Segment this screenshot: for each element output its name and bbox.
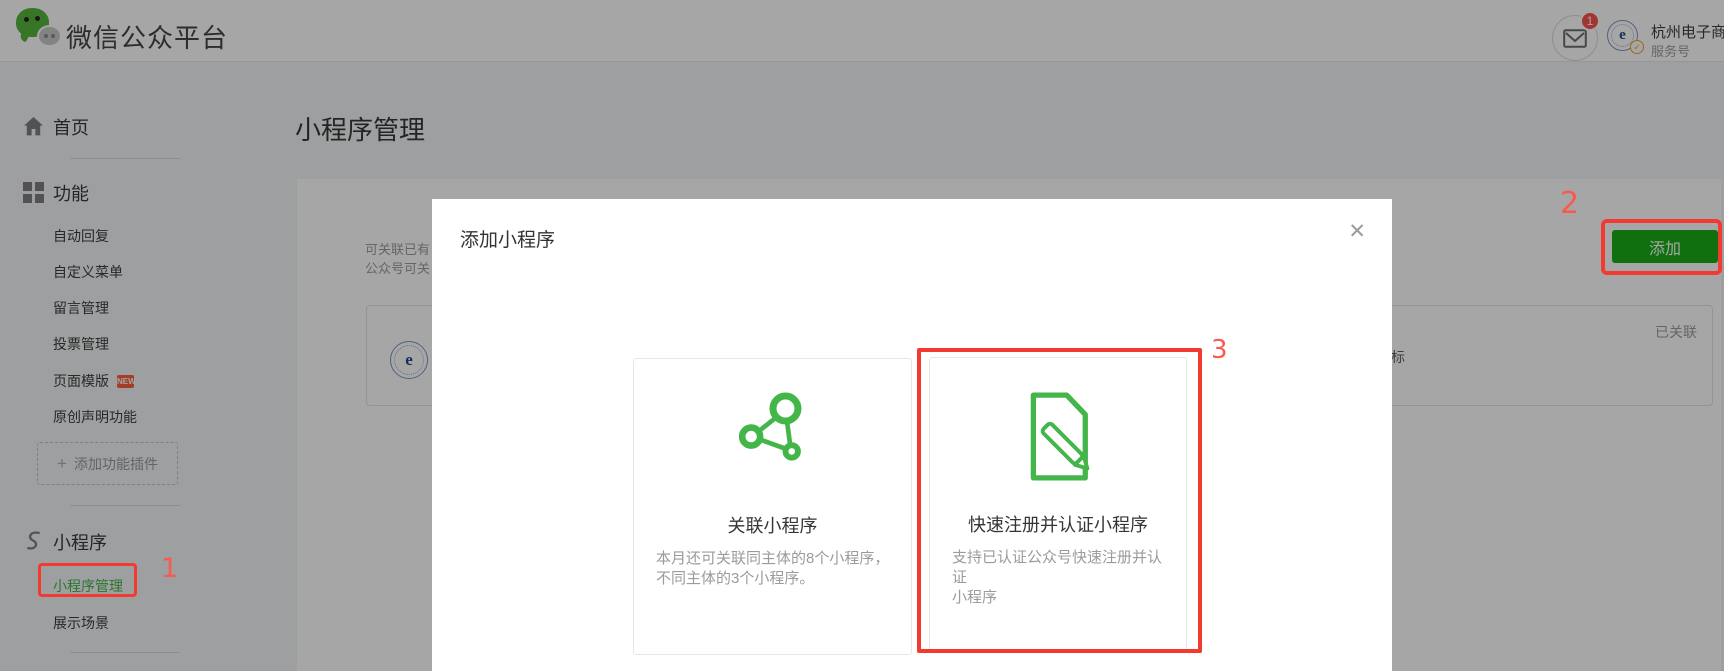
- annotation-number-step3: 3: [1211, 335, 1228, 365]
- annotation-number-step2: 2: [1560, 186, 1579, 221]
- modal-title: 添加小程序: [460, 225, 555, 252]
- card-title: 关联小程序: [634, 512, 911, 538]
- annotation-box-step1: [38, 563, 137, 597]
- wechat-mp-admin-screen: 微信公众平台 1 e ✓ 杭州电子商 服务号 首页 功能 自动回复 自定义菜单: [0, 0, 1724, 671]
- card-description: 本月还可关联同主体的8个小程序， 不同主体的3个小程序。: [656, 549, 897, 589]
- annotation-number-step1: 1: [161, 553, 178, 584]
- annotation-box-step2: [1601, 219, 1722, 275]
- annotation-box-step3: [917, 348, 1202, 653]
- network-link-icon: [733, 389, 813, 467]
- close-icon[interactable]: ✕: [1348, 221, 1366, 242]
- card-link-miniprogram[interactable]: 关联小程序 本月还可关联同主体的8个小程序， 不同主体的3个小程序。: [633, 358, 912, 655]
- add-miniprogram-modal: 添加小程序 ✕ 关联小程序 本月还可关联同主体的8个小程序， 不同主体的3个小程…: [432, 199, 1392, 671]
